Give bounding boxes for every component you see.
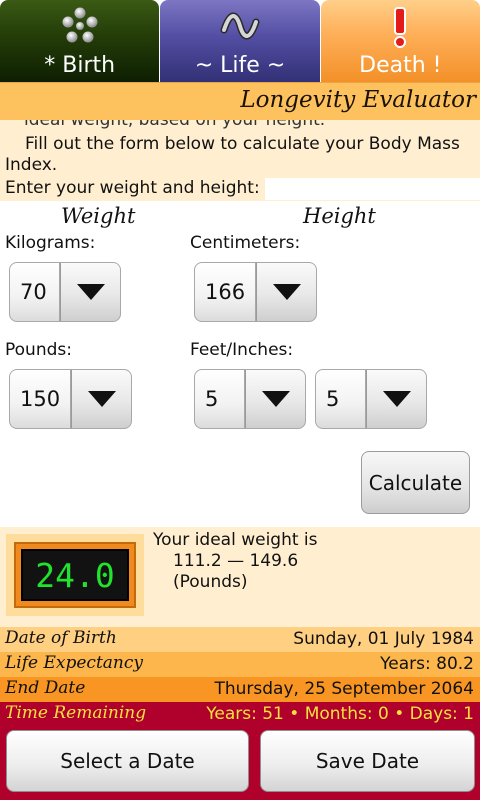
weight-heading: Weight [61, 204, 136, 228]
inches-spinner[interactable]: 5 [315, 369, 427, 429]
dots-flower-icon [58, 6, 102, 48]
feet-inches-label: Feet/Inches: [190, 340, 294, 360]
date-of-birth-row: Date of Birth Sunday, 01 July 1984 [0, 627, 480, 652]
tab-bar: * Birth ~ Life ~ Death ! [0, 0, 480, 82]
pounds-spinner[interactable]: 150 [9, 369, 132, 429]
end-date-value: Thursday, 25 September 2064 [214, 679, 474, 699]
height-heading: Height [303, 204, 376, 228]
description-paragraph: Fill out the form below to calculate you… [5, 134, 460, 175]
pounds-dropdown-button[interactable] [71, 369, 132, 429]
pounds-label: Pounds: [5, 340, 72, 360]
chevron-down-icon [382, 391, 411, 407]
description-panel: ideal weight, based on your height. Fill… [0, 120, 480, 201]
centimeters-label: Centimeters: [190, 233, 301, 253]
life-expectancy-label: Life Expectancy [5, 653, 143, 673]
inches-dropdown-button[interactable] [366, 369, 427, 429]
date-of-birth-value: Sunday, 01 July 1984 [293, 629, 474, 649]
bmi-display-border: 24.0 [14, 542, 136, 608]
kilograms-label: Kilograms: [5, 233, 96, 253]
ideal-weight-unit: (Pounds) [173, 572, 248, 592]
feet-spinner[interactable]: 5 [194, 369, 306, 429]
chevron-down-icon [87, 391, 116, 407]
ideal-weight-range: 111.2 — 149.6 [173, 551, 299, 571]
life-expectancy-value: Years: 80.2 [380, 654, 474, 674]
page-title: Longevity Evaluator [240, 87, 476, 113]
kilograms-value: 70 [9, 262, 60, 322]
kilograms-spinner[interactable]: 70 [9, 262, 121, 322]
feet-value: 5 [194, 369, 245, 429]
tab-death-label: Death ! [359, 53, 442, 78]
date-of-birth-label: Date of Birth [5, 628, 117, 648]
save-date-button[interactable]: Save Date [260, 730, 475, 792]
end-date-label: End Date [5, 678, 86, 698]
time-remaining-label: Time Remaining [5, 703, 147, 723]
bmi-display: 24.0 [21, 549, 129, 601]
tab-birth[interactable]: * Birth [0, 0, 160, 82]
bottom-bar: Select a Date Save Date [0, 728, 480, 800]
exclamation-icon [378, 6, 422, 48]
tab-death[interactable]: Death ! [320, 0, 480, 82]
tab-life[interactable]: ~ Life ~ [160, 0, 320, 82]
result-panel: 24.0 Your ideal weight is 111.2 — 149.6 … [0, 527, 480, 627]
centimeters-dropdown-button[interactable] [256, 262, 317, 322]
prompt-fill [254, 178, 480, 200]
select-date-button[interactable]: Select a Date [6, 730, 249, 792]
tab-life-label: ~ Life ~ [194, 53, 286, 78]
end-date-row: End Date Thursday, 25 September 2064 [0, 677, 480, 702]
feet-dropdown-button[interactable] [245, 369, 306, 429]
time-remaining-row: Time Remaining Years: 51 • Months: 0 • D… [0, 702, 480, 728]
chevron-down-icon [272, 284, 301, 300]
tab-birth-label: * Birth [44, 53, 116, 78]
title-bar: Longevity Evaluator [0, 82, 480, 120]
chevron-down-icon [76, 284, 105, 300]
wave-icon [218, 6, 262, 48]
kilograms-dropdown-button[interactable] [60, 262, 121, 322]
inches-value: 5 [315, 369, 366, 429]
centimeters-spinner[interactable]: 166 [194, 262, 317, 322]
chevron-down-icon [261, 391, 290, 407]
ideal-weight-text: Your ideal weight is 111.2 — 149.6 (Poun… [153, 530, 318, 593]
form-prompt: Enter your weight and height: [0, 178, 265, 200]
life-expectancy-row: Life Expectancy Years: 80.2 [0, 652, 480, 677]
time-remaining-value: Years: 51 • Months: 0 • Days: 1 [206, 704, 474, 724]
centimeters-value: 166 [194, 262, 256, 322]
bmi-display-frame: 24.0 [6, 534, 144, 616]
description-cut-line: ideal weight, based on your height. [24, 120, 326, 130]
calculate-button[interactable]: Calculate [361, 451, 470, 514]
ideal-weight-intro: Your ideal weight is [153, 530, 318, 550]
pounds-value: 150 [9, 369, 71, 429]
